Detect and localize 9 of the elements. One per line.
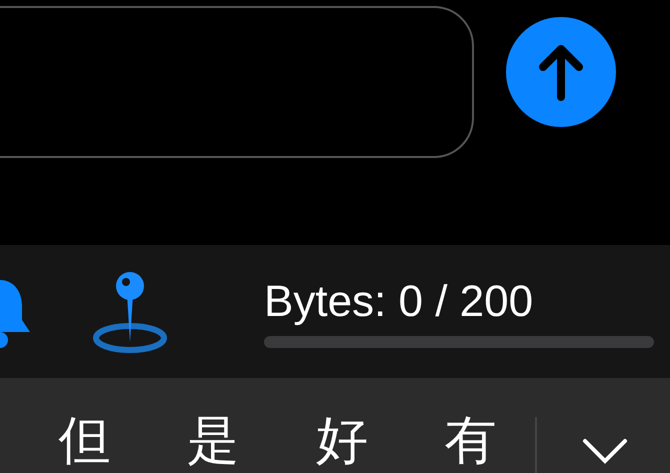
candidate-character[interactable]: 好: [316, 411, 368, 471]
arrow-up-icon: [539, 43, 583, 101]
byte-counter: Bytes: 0 / 200: [264, 276, 534, 328]
chevron-down-icon[interactable]: [581, 437, 629, 465]
location-pin-icon[interactable]: [92, 270, 168, 354]
candidate-character[interactable]: 有: [444, 411, 497, 471]
message-input-field[interactable]: [0, 6, 474, 158]
candidate-character[interactable]: 是: [187, 411, 240, 471]
candidate-character[interactable]: 但: [58, 411, 110, 471]
